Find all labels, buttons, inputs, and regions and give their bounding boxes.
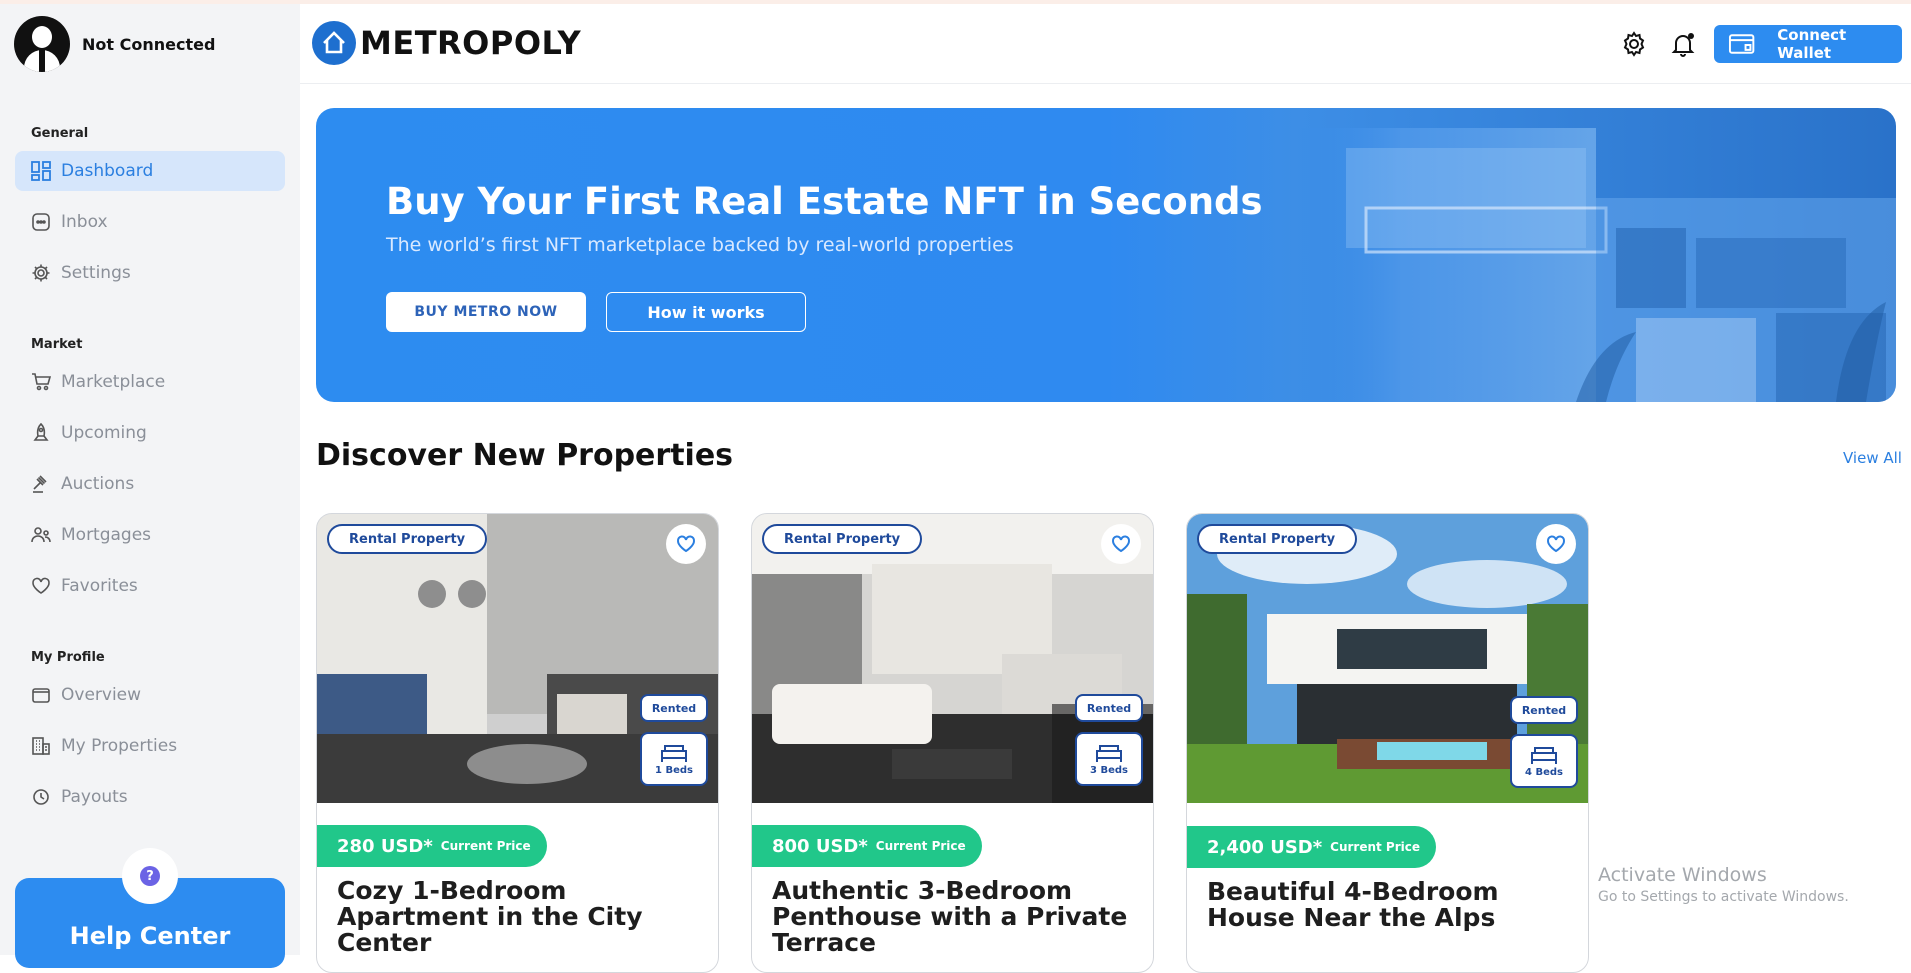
sidebar-item-marketplace[interactable]: Marketplace (15, 362, 285, 402)
property-title: Authentic 3-Bedroom Penthouse with a Pri… (772, 876, 1128, 957)
wallet-icon (1728, 34, 1755, 54)
sidebar-item-mortgages[interactable]: Mortgages (15, 515, 285, 555)
logo[interactable]: METROPOLY (312, 21, 581, 65)
beds-count: 3 Beds (1090, 764, 1128, 776)
avatar (14, 16, 70, 72)
question-icon: ? (140, 866, 160, 886)
sidebar-item-favorites[interactable]: Favorites (15, 566, 285, 606)
people-icon (31, 527, 51, 543)
beds-badge: 1 Beds (640, 732, 708, 786)
favorite-heart-icon[interactable] (1101, 524, 1141, 564)
sidebar-item-label: Dashboard (61, 161, 154, 181)
section-my-profile: My Profile (31, 650, 105, 665)
connection-status: Not Connected (82, 34, 216, 54)
sidebar-item-label: Overview (61, 685, 142, 705)
inbox-icon (32, 213, 50, 231)
logo-text: METROPOLY (360, 24, 582, 62)
gear-icon (32, 264, 50, 282)
settings-gear-icon[interactable] (1620, 30, 1648, 58)
rental-property-tag: Rental Property (327, 524, 488, 554)
property-title: Beautiful 4-Bedroom House Near the Alps (1207, 877, 1499, 932)
sidebar-item-label: Favorites (61, 576, 138, 596)
price-pill: 800 USD* Current Price (752, 825, 982, 867)
sidebar-item-payouts[interactable]: Payouts (15, 777, 285, 817)
dashboard-icon (31, 161, 51, 181)
price-label: Current Price (1330, 840, 1420, 854)
sidebar-item-my-properties[interactable]: My Properties (15, 726, 285, 766)
price-value: 800 USD* (772, 835, 868, 857)
sidebar-item-label: Mortgages (61, 525, 152, 545)
notification-bell-icon[interactable] (1669, 30, 1697, 58)
house-background-image (1296, 128, 1896, 402)
section-title: Discover New Properties (316, 438, 734, 473)
sidebar-item-label: Payouts (61, 787, 128, 807)
rental-property-tag: Rental Property (762, 524, 923, 554)
top-header: METROPOLY Connect Wallet (300, 4, 1911, 84)
price-pill: 280 USD* Current Price (317, 825, 547, 867)
sidebar-item-label: Settings (61, 263, 131, 283)
property-card[interactable]: Rental Property Rented 1 Beds 280 USD* C… (316, 513, 719, 973)
connect-wallet-button[interactable]: Connect Wallet (1714, 25, 1902, 63)
status-badge: Rented (640, 694, 708, 722)
rocket-icon (33, 423, 49, 441)
payout-icon (33, 789, 49, 805)
sidebar-item-label: Inbox (61, 212, 108, 232)
sidebar-item-overview[interactable]: Overview (15, 675, 285, 715)
price-value: 280 USD* (337, 835, 433, 857)
beds-count: 1 Beds (655, 764, 693, 776)
sidebar-item-upcoming[interactable]: Upcoming (15, 413, 285, 453)
heart-icon (32, 577, 50, 594)
cart-icon (32, 373, 51, 391)
status-badge: Rented (1075, 694, 1143, 722)
help-badge[interactable]: ? (122, 848, 178, 904)
hero-title: Buy Your First Real Estate NFT in Second… (386, 180, 1263, 223)
beds-badge: 4 Beds (1510, 734, 1578, 788)
section-general: General (31, 126, 89, 141)
price-label: Current Price (875, 839, 966, 853)
price-label: Current Price (440, 839, 531, 853)
beds-count: 4 Beds (1525, 766, 1563, 778)
status-badge: Rented (1510, 696, 1578, 724)
how-it-works-button[interactable]: How it works (606, 292, 806, 332)
help-center-title: Help Center (69, 922, 231, 950)
price-value: 2,400 USD* (1207, 836, 1323, 858)
sidebar-item-auctions[interactable]: Auctions (15, 464, 285, 504)
activate-windows-title: Activate Windows (1598, 864, 1767, 886)
sidebar: Not Connected General Dashboard Inbox Se… (0, 4, 300, 955)
beds-badge: 3 Beds (1075, 732, 1143, 786)
section-market: Market (31, 337, 83, 352)
view-all-link[interactable]: View All (1843, 449, 1902, 467)
bed-icon (661, 744, 687, 762)
property-card[interactable]: Rental Property Rented 3 Beds 800 USD* C… (751, 513, 1154, 973)
price-pill: 2,400 USD* Current Price (1187, 826, 1436, 868)
bed-icon (1096, 744, 1122, 762)
house-logo-icon (312, 21, 356, 65)
favorite-heart-icon[interactable] (666, 524, 706, 564)
sidebar-item-settings[interactable]: Settings (15, 253, 285, 293)
hero-banner: Buy Your First Real Estate NFT in Second… (316, 108, 1896, 402)
favorite-heart-icon[interactable] (1536, 524, 1576, 564)
bed-icon (1531, 746, 1557, 764)
sidebar-item-label: Upcoming (61, 423, 147, 443)
wallet-icon (32, 688, 50, 703)
buy-metro-button[interactable]: BUY METRO NOW (386, 292, 586, 332)
sidebar-item-label: Auctions (61, 474, 135, 494)
gavel-icon (33, 475, 47, 493)
user-profile[interactable]: Not Connected (14, 16, 215, 72)
building-icon (32, 737, 50, 755)
sidebar-item-label: My Properties (61, 736, 178, 756)
property-card[interactable]: Rental Property Rented 4 Beds 2,400 USD*… (1186, 513, 1589, 973)
hero-subtitle: The world’s first NFT marketplace backed… (386, 234, 1014, 256)
sidebar-item-dashboard[interactable]: Dashboard (15, 151, 285, 191)
sidebar-item-inbox[interactable]: Inbox (15, 202, 285, 242)
rental-property-tag: Rental Property (1197, 524, 1358, 554)
connect-wallet-label: Connect Wallet (1777, 26, 1847, 62)
sidebar-item-label: Marketplace (61, 372, 166, 392)
property-title: Cozy 1-Bedroom Apartment in the City Cen… (337, 876, 643, 957)
activate-windows-hint: Go to Settings to activate Windows. (1598, 889, 1849, 905)
